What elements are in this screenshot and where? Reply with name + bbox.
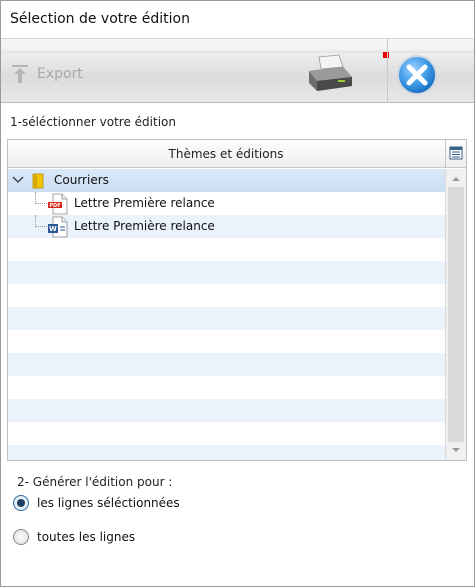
empty-row — [8, 307, 445, 330]
notification-dot — [383, 52, 389, 58]
tree-connector — [35, 215, 47, 227]
svg-text:W: W — [49, 225, 57, 233]
toolbar-stripe — [1, 47, 474, 53]
scrollbar-thumb[interactable] — [448, 187, 464, 442]
tree-node-label: Lettre Première relance — [74, 219, 215, 233]
svg-text:PDF: PDF — [49, 203, 60, 209]
option-label: toutes les lignes — [37, 530, 136, 544]
empty-row — [8, 261, 445, 284]
tree-node-label: Courriers — [54, 173, 109, 187]
export-label: Export — [37, 66, 83, 82]
tree-rows: Courriers PDF Lettre Première relance W … — [8, 169, 445, 460]
option-label: les lignes séléctionnées — [37, 496, 180, 510]
toolbar: Export — [1, 39, 474, 103]
close-icon[interactable] — [396, 54, 438, 96]
folder-icon — [32, 173, 44, 189]
printer-icon[interactable] — [305, 53, 355, 95]
vertical-scrollbar[interactable] — [445, 169, 466, 460]
editions-tree: Thèmes et éditions Courriers PDF Lettre … — [7, 139, 467, 461]
empty-row — [8, 330, 445, 353]
tree-connector — [35, 192, 47, 204]
empty-row — [8, 422, 445, 445]
option-selected-lines[interactable]: les lignes séléctionnées — [13, 495, 180, 511]
scroll-up-icon[interactable] — [451, 175, 461, 183]
column-separator — [445, 140, 446, 168]
tree-node-folder[interactable]: Courriers — [8, 169, 445, 192]
empty-row — [8, 399, 445, 422]
window-title: Sélection de votre édition — [10, 11, 190, 27]
chevron-down-icon[interactable] — [12, 175, 24, 185]
scroll-down-icon[interactable] — [451, 446, 461, 454]
export-button[interactable]: Export — [11, 63, 83, 85]
export-arrow-icon — [12, 65, 28, 83]
empty-row — [8, 284, 445, 307]
radio-selected-lines[interactable] — [13, 495, 29, 511]
dialog-window: Sélection de votre édition Export 1-sélé… — [0, 0, 475, 587]
word-file-icon: W — [48, 216, 68, 238]
pdf-file-icon: PDF — [48, 193, 68, 215]
radio-all-lines[interactable] — [13, 529, 29, 545]
tree-node-label: Lettre Première relance — [74, 196, 215, 210]
option-all-lines[interactable]: toutes les lignes — [13, 529, 135, 545]
column-header-themes[interactable]: Thèmes et éditions — [8, 147, 444, 161]
step2-label: 2- Générer l'édition pour : — [17, 475, 173, 489]
tree-node-file[interactable]: W Lettre Première relance — [8, 215, 445, 238]
title-bar: Sélection de votre édition — [1, 1, 474, 39]
empty-row — [8, 376, 445, 399]
toolbar-separator — [387, 39, 388, 103]
step1-label: 1-séléctionner votre édition — [10, 115, 176, 129]
empty-row — [8, 445, 445, 460]
tree-node-file[interactable]: PDF Lettre Première relance — [8, 192, 445, 215]
empty-row — [8, 353, 445, 376]
columns-menu-icon[interactable] — [449, 146, 463, 160]
tree-header: Thèmes et éditions — [8, 140, 466, 168]
empty-row — [8, 238, 445, 261]
